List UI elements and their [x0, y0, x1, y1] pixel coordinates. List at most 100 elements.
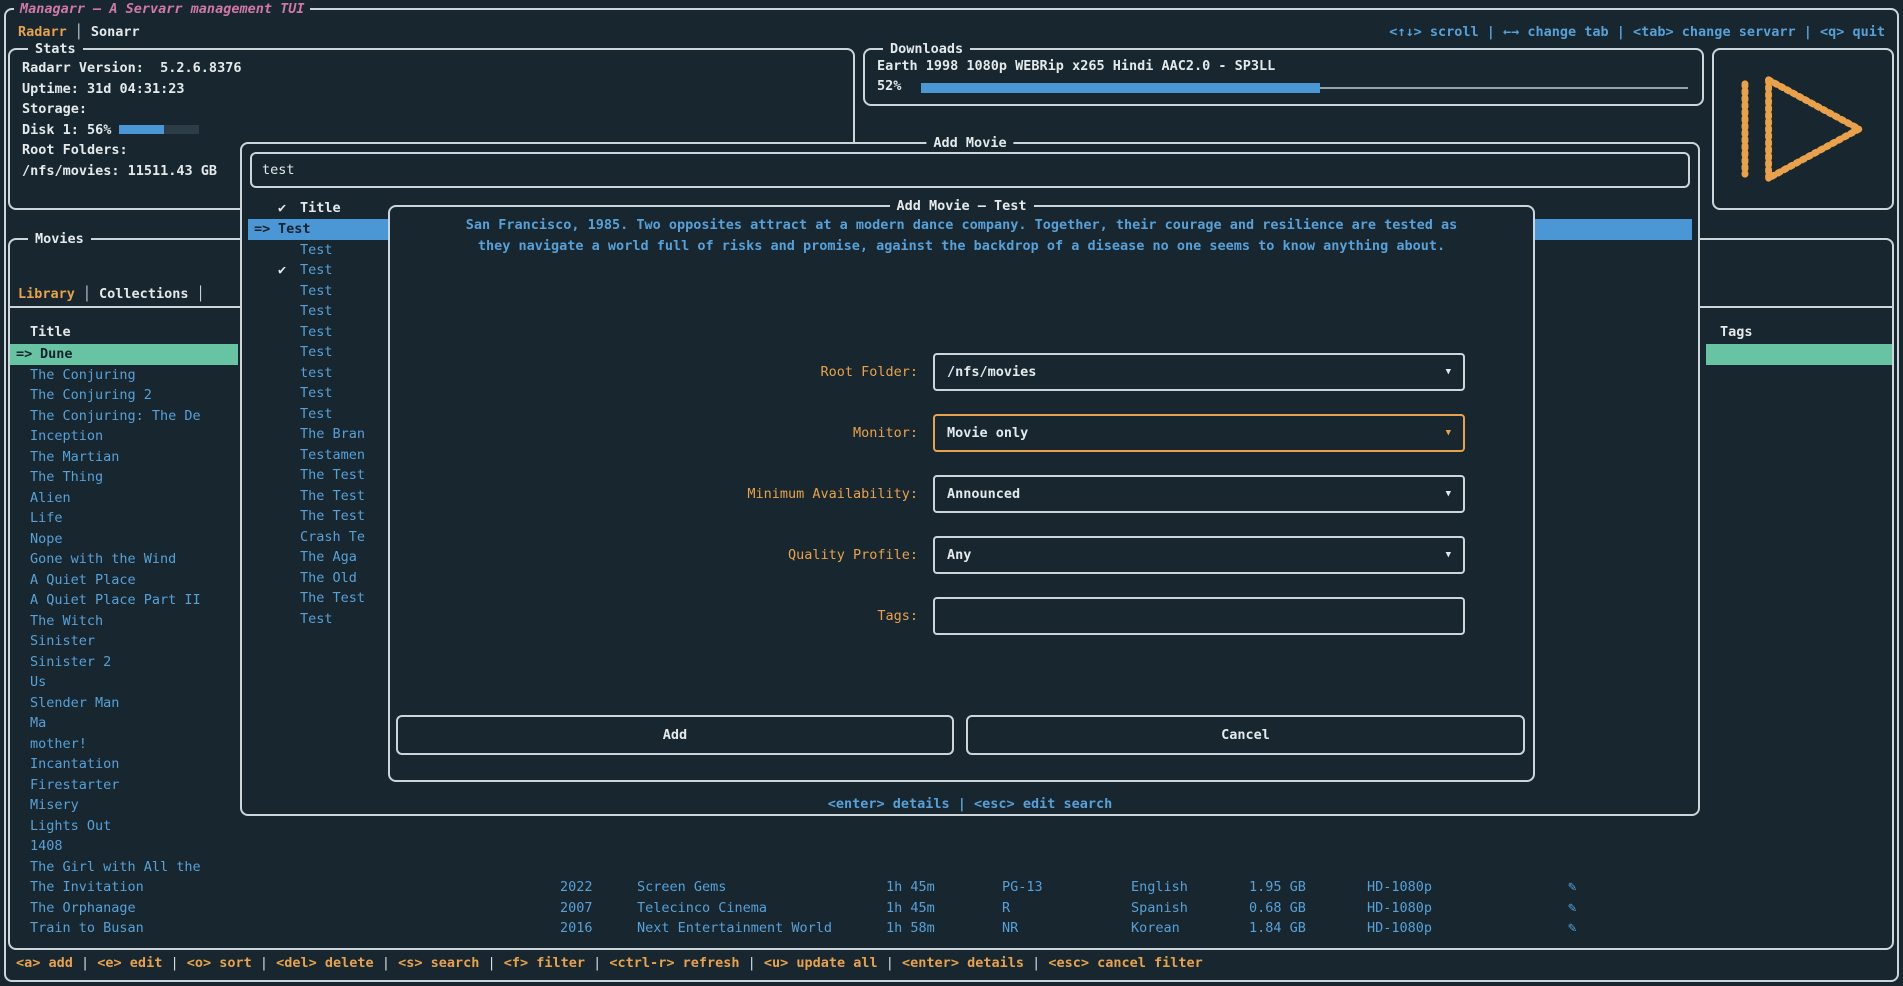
movie-table-row[interactable]: 2022 Screen Gems 1h 45m PG-13 English 1.… — [10, 877, 1888, 898]
downloads-panel: Downloads Earth 1998 1080p WEBRip x265 H… — [863, 48, 1704, 106]
movie-row[interactable]: A Quiet Place Part II — [10, 590, 240, 611]
in-library-check-icon: ✔ — [278, 260, 286, 281]
add-movie-search-input[interactable]: test — [250, 152, 1690, 188]
keybind-update-all: <u> update all — [764, 955, 878, 971]
movie-table-row[interactable]: 2016 Next Entertainment World 1h 58m NR … — [10, 918, 1888, 939]
movie-title: Sinister 2 — [30, 652, 111, 673]
keybar-separator: | — [162, 955, 186, 971]
movie-row[interactable]: Gone with the Wind — [10, 549, 240, 570]
movie-row[interactable]: Alien — [10, 488, 240, 509]
monitor-value: Movie only — [947, 416, 1028, 450]
keybind-delete: <del> delete — [276, 955, 374, 971]
cell-quality: HD-1080p — [1367, 898, 1432, 919]
keybar-separator: | — [73, 955, 97, 971]
monitor-select[interactable]: Movie only ▼ — [933, 414, 1465, 452]
root-folder-field: Root Folder: /nfs/movies ▼ — [390, 353, 1533, 391]
tab-separator: │ — [67, 24, 91, 40]
movie-row[interactable]: Life — [10, 508, 240, 529]
movie-row[interactable]: Nope — [10, 529, 240, 550]
movie-row[interactable]: The Martian — [10, 447, 240, 468]
keybind-cancel-filter: <esc> cancel filter — [1048, 955, 1202, 971]
cell-runtime: 1h 58m — [886, 918, 935, 939]
movie-row[interactable]: Inception — [10, 426, 240, 447]
movie-title: The Girl with All the — [30, 857, 201, 878]
minimum-availability-field: Minimum Availability: Announced ▼ — [390, 475, 1533, 513]
movie-title: mother! — [30, 734, 87, 755]
movie-title: Dune — [40, 344, 73, 365]
movie-row[interactable]: mother! — [10, 734, 240, 755]
movie-row[interactable]: Slender Man — [10, 693, 240, 714]
keybind-sort: <o> sort — [187, 955, 252, 971]
movie-row[interactable]: Sinister 2 — [10, 652, 240, 673]
movie-row[interactable]: Firestarter — [10, 775, 240, 796]
movie-row[interactable]: Lights Out — [10, 816, 240, 837]
keybind-edit: <e> edit — [97, 955, 162, 971]
result-title: Test — [300, 609, 333, 630]
storage-label: Storage: — [22, 99, 843, 120]
movie-title: A Quiet Place Part II — [30, 590, 201, 611]
search-input-value: test — [262, 154, 295, 186]
movie-overview-line1: San Francisco, 1985. Two opposites attra… — [390, 217, 1533, 233]
movie-row-selected[interactable]: =>Dune — [10, 344, 238, 365]
header-help: <↑↓> scroll | ←→ change tab | <tab> chan… — [1389, 22, 1885, 42]
result-title: Test — [300, 260, 333, 281]
movie-row[interactable]: Misery — [10, 795, 240, 816]
movie-row[interactable]: The Conjuring: The De — [10, 406, 240, 427]
title-column-header: Title — [30, 322, 71, 342]
movie-title: Us — [30, 672, 46, 693]
tab-separator: │ — [188, 286, 212, 302]
movie-row[interactable]: The Conjuring 2 — [10, 385, 240, 406]
add-button[interactable]: Add — [396, 715, 954, 755]
tab-collections[interactable]: Collections — [99, 286, 188, 302]
movie-row[interactable]: The Thing — [10, 467, 240, 488]
keybind-search: <s> search — [398, 955, 479, 971]
results-title-header: Title — [300, 198, 341, 219]
cancel-button[interactable]: Cancel — [966, 715, 1525, 755]
root-folder-select[interactable]: /nfs/movies ▼ — [933, 353, 1465, 391]
minimum-availability-select[interactable]: Announced ▼ — [933, 475, 1465, 513]
result-title: Test — [300, 322, 333, 343]
movies-panel-title: Movies — [28, 229, 91, 249]
movie-row[interactable]: A Quiet Place — [10, 570, 240, 591]
movie-row[interactable]: Ma — [10, 713, 240, 734]
movie-row[interactable]: Us — [10, 672, 240, 693]
movie-row[interactable]: Sinister — [10, 631, 240, 652]
edit-icon[interactable]: ✎ — [1568, 877, 1576, 898]
movie-row[interactable]: The Girl with All the — [10, 857, 240, 878]
servarr-tabs: Radarr│Sonarr — [18, 22, 140, 42]
keybind-filter: <f> filter — [504, 955, 585, 971]
edit-icon[interactable]: ✎ — [1568, 918, 1576, 939]
cell-size: 1.95 GB — [1249, 877, 1306, 898]
tab-library[interactable]: Library — [18, 286, 75, 302]
chevron-down-icon: ▼ — [1446, 550, 1451, 560]
keybind-refresh: <ctrl-r> refresh — [609, 955, 739, 971]
disk-usage-fill — [119, 125, 164, 134]
quality-profile-label: Quality Profile: — [398, 536, 918, 574]
movie-title: Misery — [30, 795, 79, 816]
movie-table-row[interactable]: 2007 Telecinco Cinema 1h 45m R Spanish 0… — [10, 898, 1888, 919]
movie-title: The Conjuring: The De — [30, 406, 201, 427]
edit-icon[interactable]: ✎ — [1568, 898, 1576, 919]
movie-title: A Quiet Place — [30, 570, 136, 591]
movie-overview-line2: they navigate a world full of risks and … — [390, 238, 1533, 254]
tags-field: Tags: — [390, 597, 1533, 635]
tags-input[interactable] — [933, 597, 1465, 635]
movie-row[interactable]: 1408 — [10, 836, 240, 857]
tab-sonarr[interactable]: Sonarr — [91, 24, 140, 40]
movie-row[interactable]: The Witch — [10, 611, 240, 632]
keybind-details: <enter> details — [902, 955, 1024, 971]
keybinding-bar: <a> add | <e> edit | <o> sort | <del> de… — [16, 953, 1203, 973]
tab-radarr[interactable]: Radarr — [18, 24, 67, 40]
add-button-label: Add — [663, 727, 687, 743]
quality-profile-select[interactable]: Any ▼ — [933, 536, 1465, 574]
result-title: Test — [278, 219, 311, 240]
result-title: Test — [300, 240, 333, 261]
movie-row[interactable]: The Conjuring — [10, 365, 240, 386]
movie-title: Lights Out — [30, 816, 111, 837]
check-column-header: ✔ — [278, 198, 286, 219]
movie-row[interactable]: Incantation — [10, 754, 240, 775]
movie-title: 1408 — [30, 836, 63, 857]
cell-quality: HD-1080p — [1367, 877, 1432, 898]
result-title: The Aga — [300, 547, 357, 568]
movie-title: The Conjuring 2 — [30, 385, 152, 406]
